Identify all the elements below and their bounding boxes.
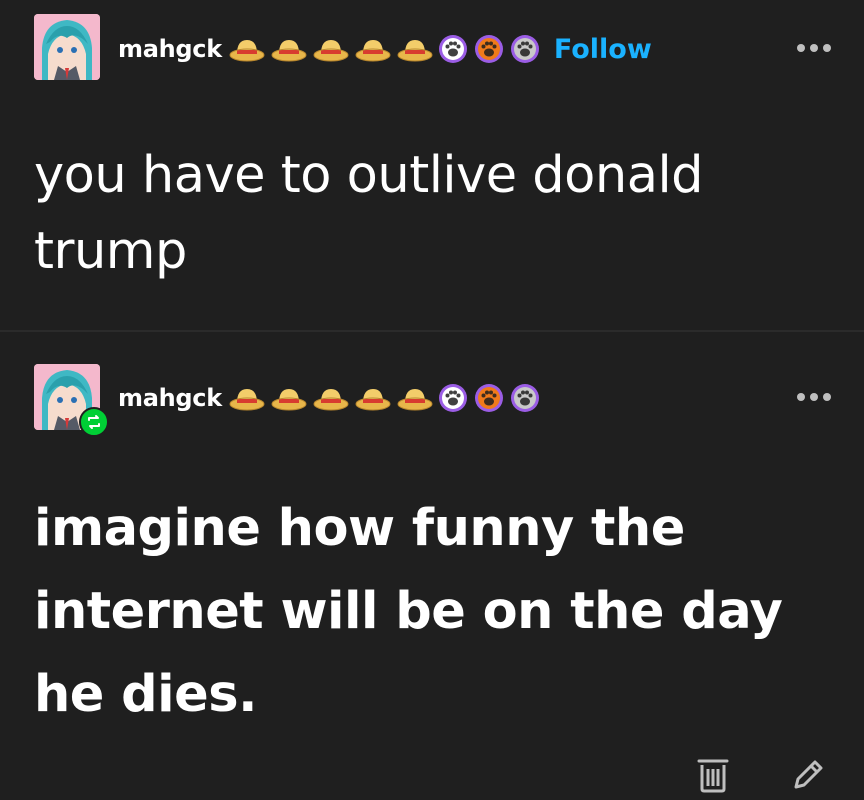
delete-icon[interactable] [696,757,730,793]
edit-icon[interactable] [790,757,826,793]
straw-hat-badge [228,34,266,64]
orange-paw-badge [474,383,506,413]
straw-hat-badge [396,383,434,413]
more-options-icon[interactable] [794,38,834,58]
straw-hat-badge [270,34,308,64]
username[interactable]: mahgck [118,384,222,412]
post-header: mahgck [118,378,546,418]
straw-hat-badge [312,383,350,413]
pink-paw-badge [438,34,470,64]
gray-paw-badge [510,34,542,64]
reblog-icon [79,407,109,437]
post-body-text: you have to outlive donald trump [34,146,704,281]
straw-hat-badge [228,383,266,413]
username[interactable]: mahgck [118,35,222,63]
more-options-icon[interactable] [794,387,834,407]
straw-hat-badge [396,34,434,64]
post-header: mahgck Follow [118,29,652,69]
straw-hat-badge [270,383,308,413]
post-body-text: imagine how funny the internet will be o… [34,499,783,724]
avatar[interactable] [34,14,100,80]
straw-hat-badge [354,383,392,413]
follow-button[interactable]: Follow [554,34,652,65]
orange-paw-badge [474,34,506,64]
post-reblog: mahgck imagine how funny the internet wi… [0,330,864,800]
gray-paw-badge [510,383,542,413]
straw-hat-badge [312,34,350,64]
post-original: mahgck Follow you have to outlive donald… [0,0,864,330]
pink-paw-badge [438,383,470,413]
straw-hat-badge [354,34,392,64]
